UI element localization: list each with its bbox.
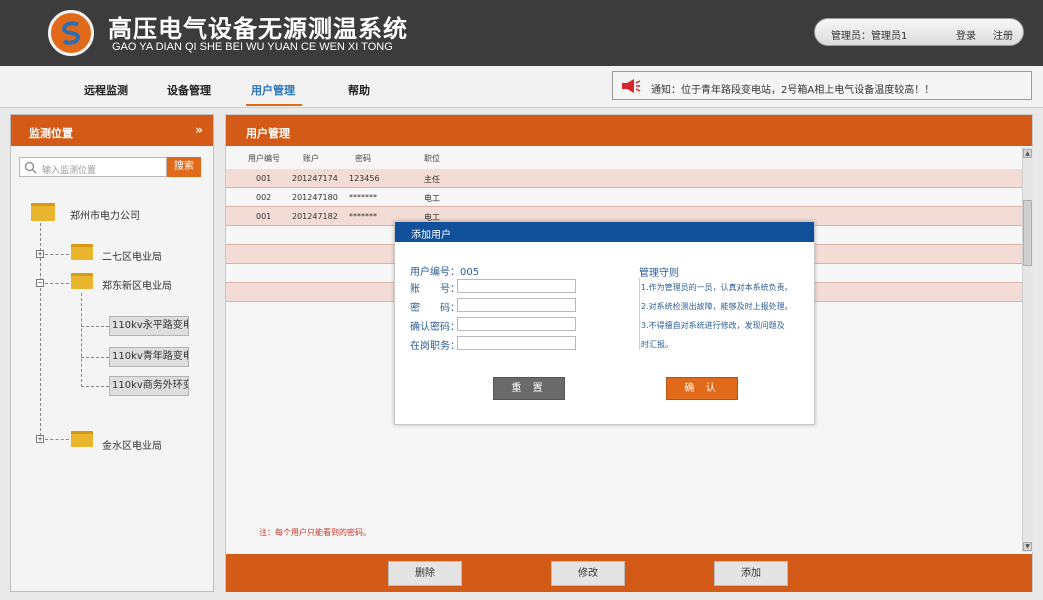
station-yongping[interactable]: 110kv永平路变电站 — [109, 316, 189, 336]
search-icon — [24, 161, 37, 174]
confirm-button[interactable]: 确 认 — [666, 377, 738, 400]
app-subtitle: GAO YA DIAN QI SHE BEI WU YUAN CE WEN XI… — [112, 41, 393, 53]
add-user-dialog: 添加用户 用户编号：005 账 号： 密 码： 确认密码： 在岗职务： 管理守则… — [394, 221, 815, 425]
tree-root[interactable]: 郑州市电力公司 — [70, 207, 140, 222]
folder-icon — [71, 244, 93, 260]
col-position: 职位 — [424, 154, 440, 163]
notice-text: 通知：位于青年路段变电站，2号箱A相上电气设备温度较高！！ — [651, 85, 935, 96]
cell-position: 主任 — [424, 175, 440, 184]
tree-connector — [45, 254, 69, 255]
password-note: 注：每个用户只能看到的密码。 — [259, 528, 371, 537]
nav-device-management[interactable]: 设备管理 — [167, 82, 211, 98]
password-input[interactable] — [457, 298, 576, 312]
collapse-chevron-icon[interactable]: » — [195, 123, 203, 137]
station-qingnian[interactable]: 110kv青年路变电站 — [109, 347, 189, 367]
tree-bureau-zhengdong[interactable]: 郑东新区电业局 — [102, 277, 172, 292]
main-header: 用户管理 — [226, 115, 1032, 146]
folder-icon — [71, 431, 93, 447]
sidebar-title: 监测位置 — [29, 127, 73, 140]
folder-icon — [71, 273, 93, 289]
delete-button[interactable]: 删除 — [388, 561, 462, 586]
rule-line: 时汇报。 — [641, 340, 673, 349]
cell-account: 201247174 — [292, 174, 338, 183]
app-title: 高压电气设备无源测温系统 — [108, 15, 408, 43]
tree-connector — [81, 293, 82, 387]
col-account: 账户 — [303, 154, 319, 163]
rule-line: 3.不得擅自对系统进行修改，发现问题及 — [641, 321, 785, 330]
cell-account: 201247182 — [292, 212, 338, 221]
action-bar: 删除 修改 添加 — [226, 554, 1032, 592]
table-header: 用户编号 账户 密码 职位 — [226, 149, 1022, 168]
cell-password: ******* — [349, 212, 377, 221]
current-user-label: 管理员：管理员1 — [831, 31, 908, 42]
col-password: 密码 — [355, 154, 371, 163]
user-panel: 管理员：管理员1 登录 注册 — [814, 18, 1024, 46]
scrollbar-thumb[interactable] — [1023, 200, 1032, 266]
table-row[interactable]: 002 201247180 ******* 电工 — [226, 188, 1022, 207]
tree-connector — [45, 283, 69, 284]
confirm-password-input[interactable] — [457, 317, 576, 331]
col-user-id: 用户编号 — [248, 154, 280, 163]
dialog-title: 添加用户 — [411, 230, 451, 241]
account-input[interactable] — [457, 279, 576, 293]
reset-button[interactable]: 重 置 — [493, 377, 565, 400]
monitor-location-panel: 监测位置 » 输入监测位置 搜索 郑州市电力公司 + 二七区电业局 − 郑东新区… — [10, 114, 214, 592]
tree-connector — [81, 386, 109, 387]
position-label: 在岗职务： — [410, 341, 460, 352]
expand-icon[interactable]: + — [36, 435, 44, 443]
cell-account: 201247180 — [292, 193, 338, 202]
dialog-header: 添加用户 — [395, 222, 814, 242]
nav-remote-monitoring[interactable]: 远程监测 — [84, 82, 128, 98]
rule-line: 1.作为管理员的一员，认真对本系统负责。 — [641, 283, 793, 292]
cell-id: 002 — [256, 193, 272, 202]
nav-user-management[interactable]: 用户管理 — [251, 82, 295, 98]
tree-connector — [45, 439, 69, 440]
location-search-input[interactable]: 输入监测位置 — [19, 157, 167, 177]
app-header: 高压电气设备无源测温系统 GAO YA DIAN QI SHE BEI WU Y… — [0, 0, 1043, 66]
cell-password: 123456 — [349, 174, 380, 183]
tree-bureau-jinshui[interactable]: 金水区电业局 — [102, 437, 162, 452]
rules-title: 管理守则 — [639, 268, 679, 279]
table-row[interactable]: 001 201247174 123456 主任 — [226, 169, 1022, 188]
station-shangwu[interactable]: 110kv商务外环变电站 — [109, 376, 189, 396]
collapse-icon[interactable]: − — [36, 279, 44, 287]
folder-icon — [31, 203, 55, 221]
search-button[interactable]: 搜索 — [167, 157, 201, 177]
tree-connector — [81, 326, 109, 327]
register-link[interactable]: 注册 — [993, 27, 1013, 42]
cell-id: 001 — [256, 174, 272, 183]
edit-button[interactable]: 修改 — [551, 561, 625, 586]
speaker-icon — [621, 78, 641, 98]
confirm-password-label: 确认密码： — [410, 322, 460, 333]
password-label: 密 码： — [410, 303, 460, 314]
scroll-down-icon[interactable]: ▼ — [1023, 542, 1032, 551]
tree-bureau-erqi[interactable]: 二七区电业局 — [102, 248, 162, 263]
sidebar-header: 监测位置 » — [11, 115, 213, 146]
account-label: 账 号： — [410, 284, 460, 295]
login-link[interactable]: 登录 — [956, 27, 976, 42]
search-placeholder: 输入监测位置 — [42, 166, 97, 176]
new-user-id: 用户编号：005 — [410, 267, 480, 278]
logo-icon — [48, 10, 94, 56]
add-button[interactable]: 添加 — [714, 561, 788, 586]
scroll-up-icon[interactable]: ▲ — [1023, 149, 1032, 158]
rule-line: 2.对系统检测出故障，能够及时上报处理。 — [641, 302, 793, 311]
cell-password: ******* — [349, 193, 377, 202]
expand-icon[interactable]: + — [36, 250, 44, 258]
cell-id: 001 — [256, 212, 272, 221]
notice-bar: 通知：位于青年路段变电站，2号箱A相上电气设备温度较高！！ — [612, 71, 1032, 100]
cell-position: 电工 — [424, 194, 440, 203]
nav-help[interactable]: 帮助 — [348, 82, 370, 98]
nav-active-indicator — [246, 104, 302, 106]
position-input[interactable] — [457, 336, 576, 350]
rules-divider — [639, 278, 640, 350]
tree-connector — [81, 357, 109, 358]
main-title: 用户管理 — [246, 127, 290, 140]
